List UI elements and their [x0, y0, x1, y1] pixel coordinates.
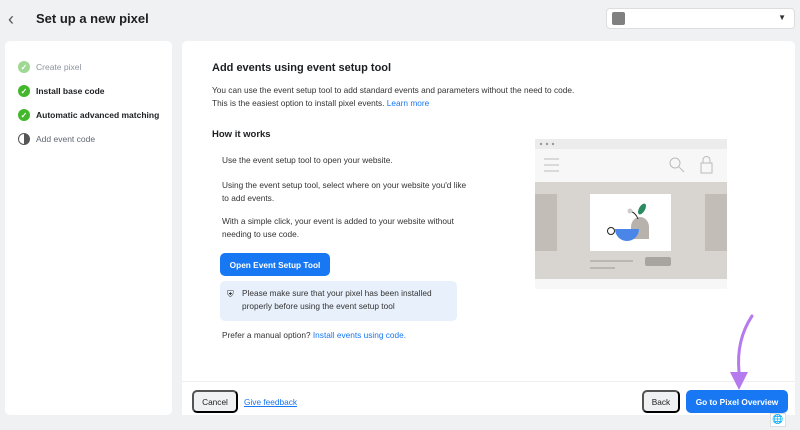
step-label: Automatic advanced matching: [36, 110, 160, 120]
install-events-using-code-link[interactable]: Install events using code.: [313, 330, 406, 340]
step-add-event-code: Add event code: [18, 133, 95, 145]
account-selector[interactable]: ▼: [606, 8, 795, 29]
manual-option: Prefer a manual option? Install events u…: [222, 330, 406, 340]
how-item: With a simple click, your event is added…: [222, 216, 454, 239]
back-button[interactable]: Back: [642, 390, 680, 413]
caret-down-icon: ▼: [778, 13, 786, 22]
section-title: Add events using event setup tool: [212, 62, 392, 74]
step-label: Add event code: [36, 134, 96, 144]
step-create-pixel: ✓ Create pixel: [18, 61, 81, 73]
steps-sidebar: ✓ Create pixel ✓ Install base code ✓ Automa…: [5, 41, 172, 415]
account-avatar: [612, 12, 625, 25]
footer-bar: Cancel Give feedback Back Go to Pixel Ov…: [182, 381, 795, 415]
manual-prefix: Prefer a manual option?: [222, 330, 311, 340]
half-circle-icon: [18, 133, 30, 145]
back-icon[interactable]: ‹: [8, 9, 14, 30]
intro-text: You can use the event setup tool to add …: [212, 84, 577, 109]
shield-icon: ⛨: [227, 289, 234, 299]
how-item: Use the event setup tool to open your we…: [222, 155, 393, 165]
how-it-works-title: How it works: [212, 129, 271, 140]
main-panel: Add events using event setup tool You ca…: [182, 41, 795, 381]
check-icon: ✓: [18, 85, 30, 97]
event-setup-illustration: [535, 139, 727, 289]
check-icon: ✓: [18, 61, 30, 73]
annotation-arrow: [730, 314, 754, 390]
page-title: Set up a new pixel: [36, 11, 149, 26]
step-install-base-code: ✓ Install base code: [18, 85, 105, 97]
cancel-button[interactable]: Cancel: [192, 390, 238, 413]
info-notice: ⛨ Please make sure that your pixel has be…: [220, 281, 457, 321]
open-event-setup-tool-button[interactable]: Open Event Setup Tool: [220, 253, 330, 276]
step-advanced-matching: ✓ Automatic advanced matching: [18, 109, 159, 121]
step-label: Create pixel: [36, 62, 82, 72]
give-feedback-link[interactable]: Give feedback: [244, 397, 297, 407]
globe-icon[interactable]: 🌐: [770, 413, 786, 427]
how-item: Using the event setup tool, select where…: [222, 180, 467, 203]
notice-text: Please make sure that your pixel has bee…: [242, 288, 432, 311]
learn-more-link[interactable]: Learn more: [387, 98, 429, 108]
step-label: Install base code: [36, 86, 105, 96]
check-icon: ✓: [18, 109, 30, 121]
